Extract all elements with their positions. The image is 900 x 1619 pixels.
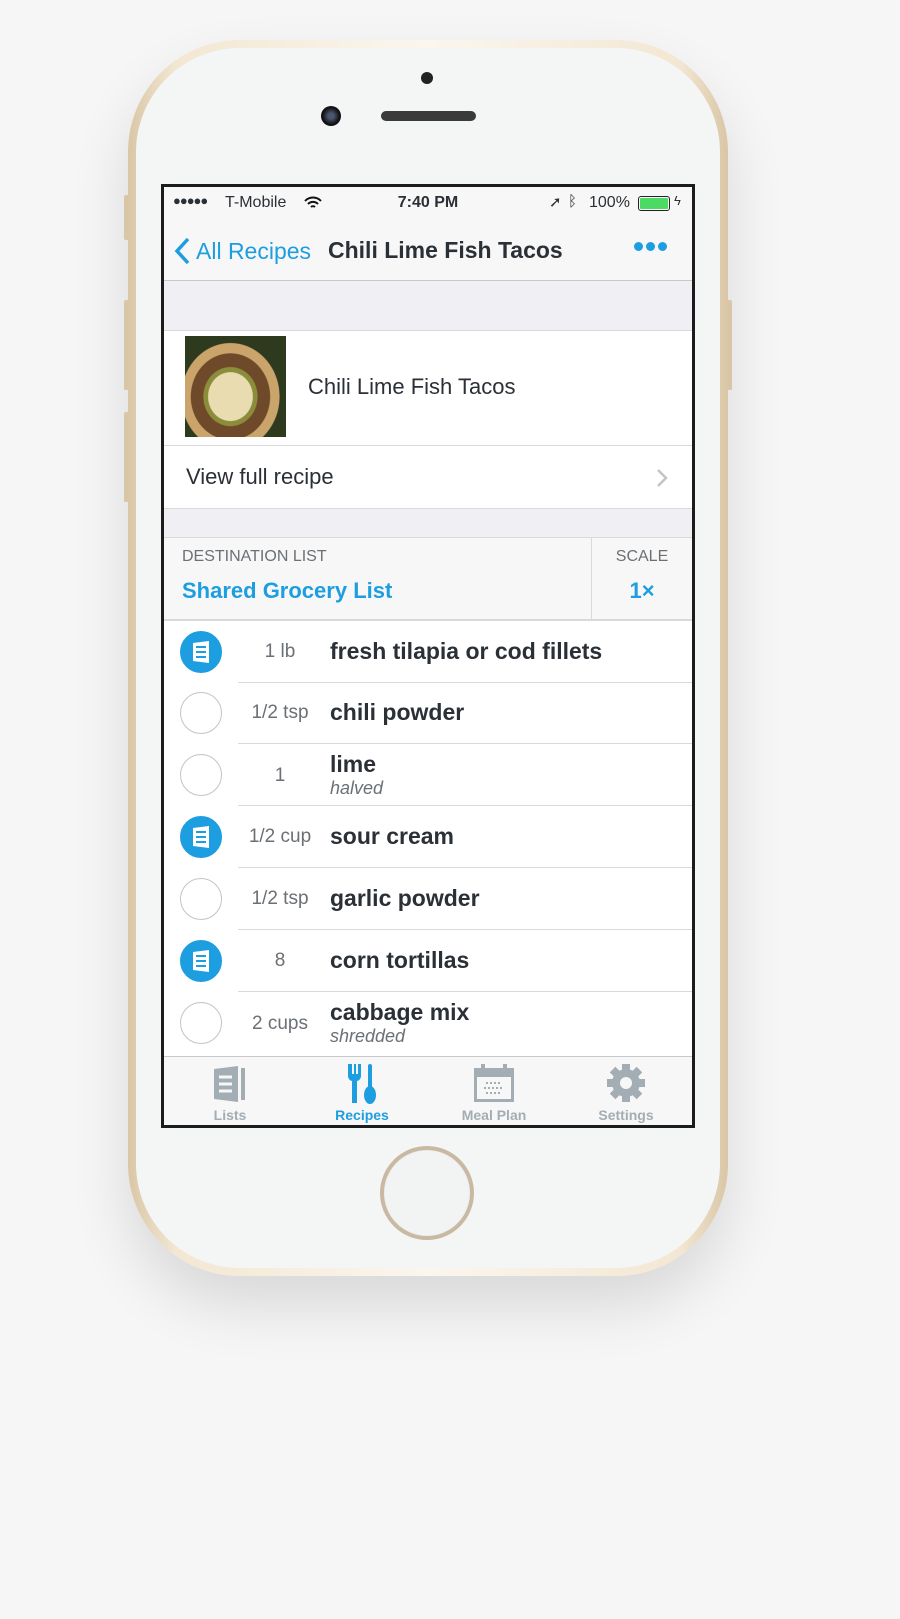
recipe-thumbnail: [185, 336, 286, 437]
ingredient-row[interactable]: 2 cups cabbage mix shredded: [164, 992, 692, 1054]
mute-switch: [124, 195, 129, 240]
recipe-header-row: Chili Lime Fish Tacos: [164, 331, 692, 445]
ingredient-quantity: 2 cups: [252, 1013, 308, 1034]
destination-value: Shared Grocery List: [182, 578, 393, 603]
screen: ●●●●● T-Mobile 7:40 PM ➚ ᛒ 100% ϟ All Re…: [161, 184, 695, 1128]
tab-label: Lists: [213, 1107, 247, 1123]
scale-value: 1×: [629, 578, 655, 603]
page-title: Chili Lime Fish Tacos: [328, 237, 563, 263]
ingredient-name: fresh tilapia or cod fillets: [330, 638, 603, 664]
calendar-icon: [474, 1064, 514, 1102]
ingredient-row[interactable]: 1 lime halved: [164, 744, 692, 806]
tab-bar: Lists Recipes Meal Plan Settings: [164, 1056, 692, 1125]
ingredient-name: sour cream: [330, 823, 455, 849]
back-label: All Recipes: [196, 237, 312, 264]
ingredient-note: halved: [330, 778, 384, 798]
front-camera: [321, 106, 341, 126]
unchecked-circle-icon[interactable]: [180, 1002, 222, 1044]
tab-label: Settings: [598, 1107, 654, 1123]
chevron-right-icon: [657, 469, 668, 487]
ingredient-row[interactable]: 1/2 tsp garlic powder: [164, 868, 692, 930]
tab-meal-plan[interactable]: Meal Plan: [428, 1057, 560, 1125]
ingredient-quantity: 1: [274, 765, 286, 786]
ingredient-row[interactable]: 1 lb fresh tilapia or cod fillets: [164, 620, 692, 683]
tab-label: Meal Plan: [461, 1107, 527, 1123]
charging-icon: ϟ: [674, 193, 681, 208]
ingredient-quantity: 8: [274, 950, 286, 971]
volume-up-button: [124, 300, 129, 390]
home-button[interactable]: [380, 1146, 474, 1240]
ingredient-quantity: 1/2 tsp: [251, 888, 309, 909]
ingredient-row[interactable]: 1/2 tsp chili powder: [164, 682, 692, 744]
power-button: [727, 300, 732, 390]
chevron-left-icon: [174, 237, 190, 265]
unchecked-circle-icon[interactable]: [180, 692, 222, 734]
ingredient-quantity: 1/2 tsp: [251, 702, 309, 723]
section-spacer: [164, 508, 692, 538]
scale-picker[interactable]: SCALE 1×: [592, 538, 692, 619]
tab-recipes[interactable]: Recipes: [296, 1057, 428, 1125]
location-icon: ➚: [549, 194, 562, 211]
ellipsis-icon: [634, 242, 643, 251]
bluetooth-icon: ᛒ: [568, 193, 578, 210]
earpiece-speaker: [381, 111, 476, 121]
checked-list-icon[interactable]: [180, 940, 222, 982]
list-icon: [214, 1066, 245, 1102]
recipe-name: Chili Lime Fish Tacos: [308, 374, 516, 399]
fork-spoon-icon: [347, 1064, 376, 1104]
view-full-recipe-label: View full recipe: [186, 464, 334, 489]
ingredient-note: shredded: [330, 1026, 406, 1046]
ingredient-name: garlic powder: [330, 885, 480, 911]
destination-list-picker[interactable]: DESTINATION LIST Shared Grocery List: [164, 538, 591, 619]
tab-label: Recipes: [335, 1107, 389, 1123]
nav-bar: All Recipes Chili Lime Fish Tacos: [164, 219, 692, 281]
battery-percent: 100%: [589, 194, 630, 211]
ingredient-quantity: 1/2 cup: [248, 826, 312, 847]
back-button[interactable]: All Recipes: [174, 235, 311, 267]
ingredient-row[interactable]: 1/2 cup sour cream: [164, 806, 692, 868]
gear-icon: [607, 1064, 645, 1102]
unchecked-circle-icon[interactable]: [180, 754, 222, 796]
scale-label: SCALE: [615, 548, 669, 565]
ingredient-name: chili powder: [330, 699, 465, 725]
section-spacer: [164, 281, 692, 331]
status-bar: ●●●●● T-Mobile 7:40 PM ➚ ᛒ 100% ϟ: [164, 187, 692, 219]
ingredient-quantity: 1 lb: [264, 641, 296, 662]
more-button[interactable]: [634, 242, 667, 251]
ingredient-row[interactable]: 8 corn tortillas: [164, 930, 692, 992]
checked-list-icon[interactable]: [180, 631, 222, 673]
ingredient-name: corn tortillas: [330, 947, 470, 973]
destination-label: DESTINATION LIST: [182, 548, 327, 565]
view-full-recipe-row[interactable]: View full recipe: [164, 446, 692, 508]
tab-lists[interactable]: Lists: [164, 1057, 296, 1125]
battery-icon: [638, 196, 670, 211]
tab-settings[interactable]: Settings: [560, 1057, 692, 1125]
destination-section: DESTINATION LIST Shared Grocery List SCA…: [164, 538, 692, 620]
checked-list-icon[interactable]: [180, 816, 222, 858]
unchecked-circle-icon[interactable]: [180, 878, 222, 920]
ingredient-name: lime: [330, 751, 377, 777]
volume-down-button: [124, 412, 129, 502]
ingredient-name: cabbage mix: [330, 999, 470, 1025]
proximity-sensor: [421, 72, 433, 84]
